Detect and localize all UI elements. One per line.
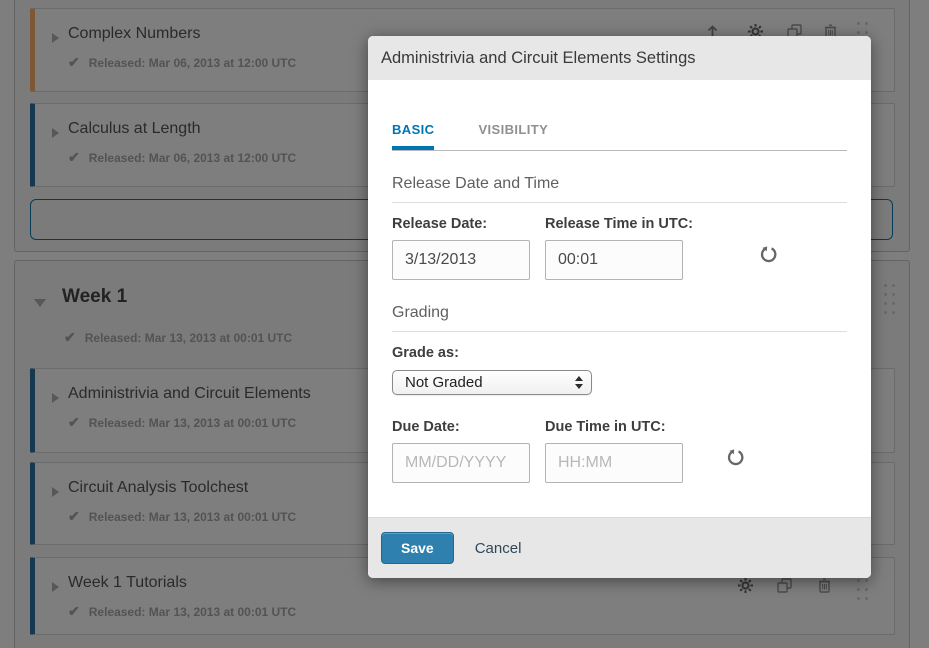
settings-tabs: BASIC VISIBILITY	[392, 122, 847, 151]
modal-body: BASIC VISIBILITY Release Date and Time R…	[368, 80, 871, 517]
course-outline-page: Complex Numbers ✔ Released: Mar 06, 2013…	[0, 0, 929, 648]
tab-basic[interactable]: BASIC	[392, 122, 434, 150]
grade-as-label: Grade as:	[392, 345, 592, 361]
modal-title: Administrivia and Circuit Elements Setti…	[381, 49, 696, 68]
grade-as-value: Not Graded	[405, 374, 483, 391]
due-date-label: Due Date:	[392, 419, 530, 435]
grading-section-heading: Grading	[392, 304, 847, 332]
modal-header: Administrivia and Circuit Elements Setti…	[368, 36, 871, 80]
modal-footer: Save Cancel	[368, 517, 871, 578]
release-fields: Release Date: Release Time in UTC:	[392, 216, 847, 280]
release-time-label: Release Time in UTC:	[545, 216, 693, 232]
release-date-input[interactable]	[392, 240, 530, 280]
grade-as-select[interactable]: Not Graded	[392, 370, 592, 395]
save-button[interactable]: Save	[381, 532, 454, 564]
due-fields: Due Date: Due Time in UTC:	[392, 419, 847, 483]
release-section-heading: Release Date and Time	[392, 175, 847, 203]
due-date-input[interactable]	[392, 443, 530, 483]
settings-modal: Administrivia and Circuit Elements Setti…	[368, 36, 871, 578]
due-time-label: Due Time in UTC:	[545, 419, 683, 435]
due-time-input[interactable]	[545, 443, 683, 483]
reset-release-date-icon[interactable]	[759, 245, 778, 280]
release-time-input[interactable]	[545, 240, 683, 280]
cancel-link[interactable]: Cancel	[475, 540, 522, 557]
release-date-label: Release Date:	[392, 216, 530, 232]
reset-due-date-icon[interactable]	[726, 448, 745, 483]
grade-as-field: Grade as: Not Graded	[392, 345, 847, 395]
tab-visibility[interactable]: VISIBILITY	[478, 122, 548, 150]
select-stepper-icon	[575, 376, 583, 389]
